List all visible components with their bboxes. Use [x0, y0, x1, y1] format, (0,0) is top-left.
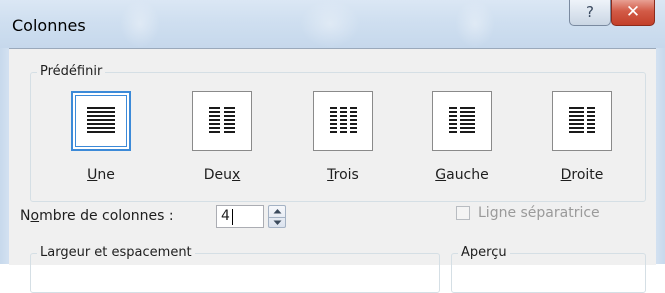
preset-two-columns[interactable]	[192, 91, 252, 151]
presets-group-label: Prédéfinir	[37, 64, 106, 79]
preview-group: Aperçu	[451, 245, 646, 293]
window-border-right	[656, 48, 665, 264]
columns-count-spinner[interactable]	[268, 205, 286, 228]
width-spacing-group-label: Largeur et espacement	[37, 245, 195, 260]
two-columns-icon	[209, 107, 235, 133]
help-icon: ?	[586, 3, 594, 21]
width-spacing-group: Largeur et espacement	[30, 245, 440, 293]
preset-left-column[interactable]	[432, 91, 492, 151]
left-column-icon	[449, 107, 475, 133]
preset-one-column[interactable]	[71, 91, 131, 151]
preset-one-column-label: Une	[87, 167, 115, 183]
preview-group-label: Aperçu	[458, 245, 510, 260]
window-border-left	[0, 48, 9, 264]
arrow-down-icon	[273, 220, 282, 225]
separator-line-label: Ligne séparatrice	[478, 205, 600, 221]
spin-down-button[interactable]	[269, 218, 285, 229]
preset-three-columns[interactable]	[313, 91, 373, 151]
right-column-icon	[569, 107, 595, 133]
preset-left-column-label: Gauche	[435, 167, 489, 183]
titlebar-glass-highlight	[120, 0, 160, 48]
columns-count-label: Nombre de colonnes :	[20, 208, 174, 224]
close-button[interactable]: ✕	[611, 0, 655, 26]
one-column-icon	[87, 107, 115, 133]
window-titlebar	[0, 0, 665, 48]
text-caret	[232, 209, 233, 225]
preset-right-column-label: Droite	[560, 167, 604, 183]
columns-count-input[interactable]: 4	[216, 205, 264, 228]
three-columns-icon	[330, 107, 357, 133]
titlebar-glass-highlight	[455, 0, 495, 48]
dialog-title: Colonnes	[12, 16, 86, 35]
spin-up-button[interactable]	[269, 206, 285, 218]
close-icon: ✕	[625, 2, 641, 22]
help-button[interactable]: ?	[569, 0, 611, 26]
separator-line-checkbox[interactable]	[456, 206, 470, 220]
arrow-up-icon	[273, 209, 282, 214]
preset-two-columns-label: Deux	[203, 167, 241, 183]
preset-right-column[interactable]	[552, 91, 612, 151]
titlebar-glass-highlight	[300, 0, 360, 48]
dialog-body: Prédéfinir Une Deux Trois Gauche Droite …	[9, 48, 656, 293]
columns-count-value: 4	[221, 208, 230, 224]
preset-three-columns-label: Trois	[327, 167, 359, 183]
